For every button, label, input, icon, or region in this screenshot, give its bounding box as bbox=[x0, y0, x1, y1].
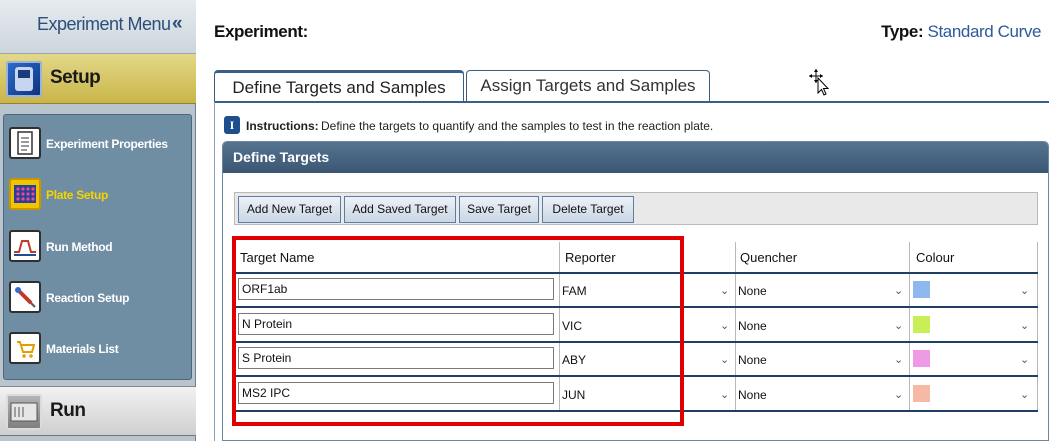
define-targets-header: Define Targets bbox=[223, 142, 1048, 173]
setup-instrument-icon bbox=[6, 61, 42, 97]
run-section-button[interactable]: Run bbox=[0, 386, 196, 436]
header-divider bbox=[234, 272, 1038, 274]
sidebar-item-label: Run Method bbox=[46, 240, 113, 254]
reporter-select[interactable]: ABY bbox=[562, 353, 586, 367]
row-divider bbox=[234, 341, 1038, 343]
plate-grid-icon bbox=[9, 178, 41, 210]
tab-bar: Define Targets and Samples Assign Target… bbox=[214, 70, 1049, 102]
info-icon: I bbox=[224, 116, 240, 134]
run-instrument-icon bbox=[6, 394, 42, 430]
sidebar-item-label: Reaction Setup bbox=[46, 291, 130, 305]
cart-icon bbox=[9, 332, 41, 364]
target-name-input[interactable]: ORF1ab bbox=[238, 278, 554, 300]
column-divider bbox=[909, 242, 910, 412]
chevron-down-icon[interactable]: ⌄ bbox=[894, 319, 903, 332]
column-header-target-name[interactable]: Target Name bbox=[240, 250, 315, 265]
chevron-down-icon[interactable]: ⌄ bbox=[1020, 353, 1029, 366]
setup-section-label: Setup bbox=[50, 67, 101, 88]
checklist-icon bbox=[9, 127, 41, 159]
sidebar-item-label: Materials List bbox=[46, 342, 119, 356]
add-saved-target-button[interactable]: Add Saved Target bbox=[344, 196, 456, 223]
row-divider bbox=[234, 375, 1038, 377]
chevron-down-icon[interactable]: ⌄ bbox=[1020, 388, 1029, 401]
instructions-text: Define the targets to quantify and the s… bbox=[321, 119, 714, 133]
chevron-down-icon[interactable]: ⌄ bbox=[894, 388, 903, 401]
collapse-menu-icon[interactable]: « bbox=[172, 13, 183, 35]
instructions-label: Instructions: bbox=[246, 119, 319, 133]
experiment-title-label: Experiment: bbox=[214, 22, 308, 41]
chevron-down-icon[interactable]: ⌄ bbox=[720, 388, 729, 401]
chevron-down-icon[interactable]: ⌄ bbox=[720, 284, 729, 297]
column-divider bbox=[735, 242, 736, 412]
run-curve-icon bbox=[9, 230, 41, 262]
colour-swatch[interactable] bbox=[913, 385, 930, 402]
experiment-menu-title: Experiment Menu bbox=[37, 14, 171, 34]
delete-target-button[interactable]: Delete Target bbox=[542, 196, 634, 223]
type-value: Standard Curve bbox=[927, 22, 1042, 41]
reporter-select[interactable]: JUN bbox=[562, 388, 585, 402]
sidebar-item-label: Plate Setup bbox=[46, 188, 109, 202]
targets-table: Target Name Reporter Quencher Colour ORF… bbox=[234, 242, 1038, 412]
column-divider bbox=[1037, 242, 1038, 412]
chevron-down-icon[interactable]: ⌄ bbox=[720, 353, 729, 366]
chevron-down-icon[interactable]: ⌄ bbox=[894, 284, 903, 297]
sidebar-item-reaction-setup[interactable]: Reaction Setup bbox=[9, 279, 189, 319]
setup-nav-list: Experiment Properties Plate Setup Run Me… bbox=[3, 114, 192, 380]
column-divider bbox=[234, 242, 235, 412]
target-name-input[interactable]: S Protein bbox=[238, 347, 554, 369]
target-toolbar: Add New Target Add Saved Target Save Tar… bbox=[234, 192, 1038, 225]
column-header-reporter[interactable]: Reporter bbox=[565, 250, 616, 265]
quencher-select[interactable]: None bbox=[738, 388, 767, 402]
quencher-select[interactable]: None bbox=[738, 319, 767, 333]
chevron-down-icon[interactable]: ⌄ bbox=[1020, 284, 1029, 297]
tab-define-targets-and-samples[interactable]: Define Targets and Samples bbox=[214, 70, 464, 102]
experiment-type: Type: Standard Curve bbox=[881, 22, 1041, 42]
add-new-target-button[interactable]: Add New Target bbox=[238, 196, 341, 223]
chevron-down-icon[interactable]: ⌄ bbox=[1020, 319, 1029, 332]
mouse-cursor-icon bbox=[808, 68, 830, 96]
tab-assign-targets-and-samples[interactable]: Assign Targets and Samples bbox=[466, 70, 710, 101]
colour-swatch[interactable] bbox=[913, 316, 930, 333]
sidebar-item-experiment-properties[interactable]: Experiment Properties bbox=[9, 125, 189, 165]
colour-swatch[interactable] bbox=[913, 281, 930, 298]
experiment-sidebar: Experiment Menu « Setup Experiment Prope… bbox=[0, 0, 196, 441]
quencher-select[interactable]: None bbox=[738, 353, 767, 367]
row-divider bbox=[234, 306, 1038, 308]
reporter-select[interactable]: VIC bbox=[562, 319, 582, 333]
sidebar-item-plate-setup[interactable]: Plate Setup bbox=[9, 176, 189, 216]
experiment-menu-header: Experiment Menu « bbox=[0, 0, 196, 54]
column-header-colour[interactable]: Colour bbox=[916, 250, 955, 265]
reporter-select[interactable]: FAM bbox=[562, 284, 587, 298]
run-section-label: Run bbox=[50, 400, 86, 421]
sidebar-item-label: Experiment Properties bbox=[46, 137, 168, 151]
row-divider bbox=[234, 410, 1038, 412]
column-header-quencher[interactable]: Quencher bbox=[740, 250, 798, 265]
sidebar-item-materials-list[interactable]: Materials List bbox=[9, 330, 189, 370]
colour-swatch[interactable] bbox=[913, 350, 930, 367]
target-name-input[interactable]: MS2 IPC bbox=[238, 382, 554, 404]
chevron-down-icon[interactable]: ⌄ bbox=[720, 319, 729, 332]
define-targets-title: Define Targets bbox=[233, 149, 330, 165]
quencher-select[interactable]: None bbox=[738, 284, 767, 298]
pipette-icon bbox=[9, 281, 41, 313]
target-name-input[interactable]: N Protein bbox=[238, 313, 554, 335]
sidebar-item-run-method[interactable]: Run Method bbox=[9, 228, 189, 268]
save-target-button[interactable]: Save Target bbox=[459, 196, 539, 223]
column-divider bbox=[559, 242, 560, 412]
chevron-down-icon[interactable]: ⌄ bbox=[894, 353, 903, 366]
setup-section-button[interactable]: Setup bbox=[0, 54, 196, 104]
type-label: Type: bbox=[881, 22, 924, 41]
